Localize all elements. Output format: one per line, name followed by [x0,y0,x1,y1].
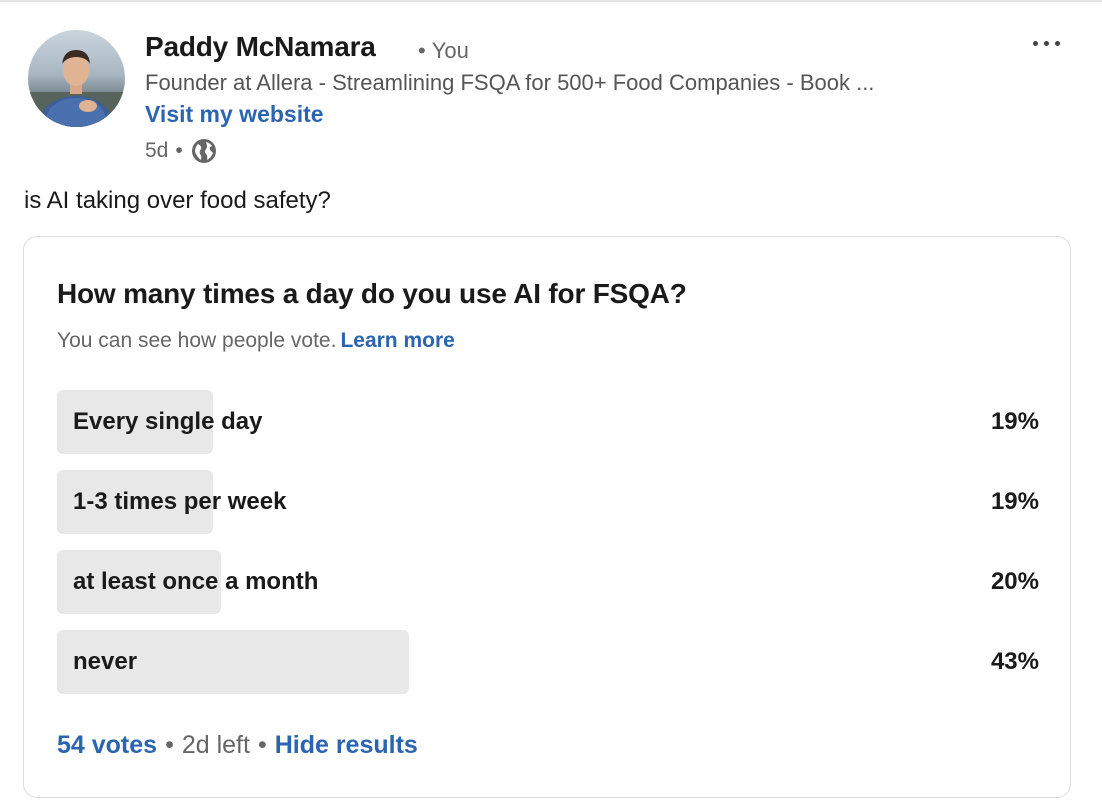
option-label: at least once a month [73,568,319,595]
avatar-photo [28,50,125,127]
post-container: Paddy McNamara • You Founder at Allera - … [0,0,1102,806]
poll-option[interactable]: never 43% [57,630,1039,694]
poll-footer: 54 votes • 2d left • Hide results [57,729,418,761]
more-icon [1032,40,1038,46]
option-percent: 19% [990,488,1039,515]
learn-more-link[interactable]: Learn more [340,329,454,352]
separator-dot: • [175,139,183,162]
hide-results-link[interactable]: Hide results [275,731,418,760]
separator-dot: • [165,730,174,759]
avatar[interactable] [28,30,125,127]
globe-icon [190,137,218,165]
author-headline: Founder at Allera - Streamlining FSQA fo… [145,70,875,95]
option-label: 1-3 times per week [73,488,287,515]
option-percent: 19% [990,408,1039,435]
separator-dot: • [257,730,267,759]
visit-website-link[interactable]: Visit my website [145,101,324,128]
poll-card: How many times a day do you use AI for F… [23,236,1071,798]
author-relation: • You [418,38,469,64]
separator-dot: • [418,38,426,63]
poll-question: How many times a day do you use AI for F… [57,278,687,309]
post-age: 5d [145,139,169,162]
post-meta: 5d • [145,137,218,165]
author-name[interactable]: Paddy McNamara [145,31,376,63]
poll-option[interactable]: 1-3 times per week 19% [57,470,1039,534]
post-text: is AI taking over food safety? [24,187,331,214]
option-percent: 20% [990,568,1039,595]
more-options-button[interactable] [1024,30,1068,56]
option-label: Every single day [73,408,263,435]
poll-option[interactable]: at least once a month 20% [57,550,1039,614]
option-label: never [73,648,138,675]
votes-link[interactable]: 54 votes [57,731,157,760]
poll-visibility-note: You can see how people vote. Learn more [57,329,455,353]
relation-label: You [431,38,469,63]
option-percent: 43% [990,648,1039,675]
poll-option[interactable]: Every single day 19% [57,390,1039,454]
divider [0,0,1102,2]
time-left: 2d left [181,730,250,759]
visibility-text: You can see how people vote. [57,329,337,352]
